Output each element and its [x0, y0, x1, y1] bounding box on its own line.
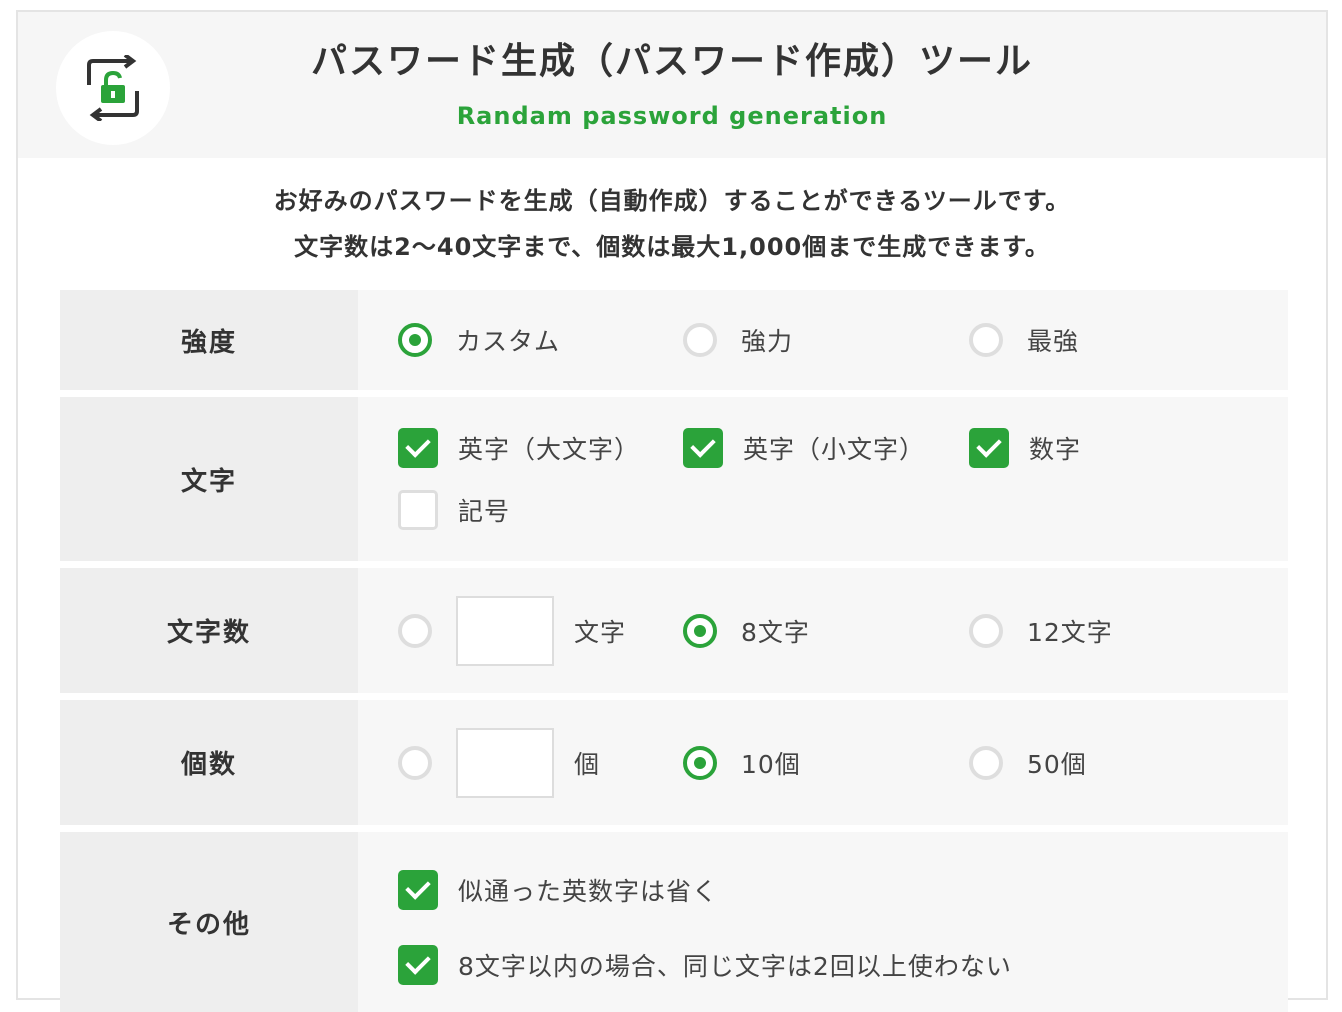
radio-button[interactable] — [683, 323, 717, 357]
option-label: 最強 — [1027, 327, 1080, 356]
row-label-other: その他 — [60, 832, 358, 1012]
chars-option-uppercase[interactable]: 英字（大文字） — [398, 428, 640, 468]
row-label-length: 文字数 — [60, 568, 358, 693]
tool-panel: パスワード生成（パスワード作成）ツール Randam password gene… — [16, 10, 1328, 1012]
strength-option-custom[interactable]: カスタム — [398, 322, 560, 358]
row-label-strength: 強度 — [60, 290, 358, 390]
count-custom-unit: 個 — [574, 750, 601, 779]
radio-button[interactable] — [683, 614, 717, 648]
chars-options: 英字（大文字） 英字（小文字） 数字 記号 — [358, 397, 1288, 561]
row-chars: 文字 英字（大文字） 英字（小文字） 数字 記号 — [60, 397, 1288, 561]
intro-text: お好みのパスワードを生成（自動作成）することができるツールです。 文字数は2〜4… — [18, 178, 1326, 270]
radio-button[interactable] — [969, 746, 1003, 780]
option-label: 英字（大文字） — [458, 435, 641, 464]
length-option-8[interactable]: 8文字 — [683, 613, 810, 649]
radio-button[interactable] — [398, 323, 432, 357]
length-custom-input[interactable] — [456, 596, 554, 666]
radio-button[interactable] — [398, 614, 432, 648]
radio-button[interactable] — [969, 614, 1003, 648]
row-label-chars: 文字 — [60, 397, 358, 561]
length-option-12[interactable]: 12文字 — [969, 613, 1113, 649]
option-label: 数字 — [1029, 435, 1082, 464]
checkbox[interactable] — [683, 428, 723, 468]
strength-option-strong[interactable]: 強力 — [683, 322, 793, 358]
chars-option-lowercase[interactable]: 英字（小文字） — [683, 428, 925, 468]
page-title: パスワード生成（パスワード作成）ツール — [310, 41, 1033, 82]
option-label: 強力 — [741, 327, 794, 356]
option-label: 12文字 — [1027, 618, 1113, 647]
count-option-custom[interactable]: 個 — [398, 728, 600, 798]
option-label: 10個 — [741, 750, 801, 779]
count-option-10[interactable]: 10個 — [683, 745, 801, 781]
length-options: 文字 8文字 12文字 — [358, 568, 1288, 693]
option-label: 似通った英数字は省く — [458, 877, 719, 906]
length-option-custom[interactable]: 文字 — [398, 596, 626, 666]
other-options: 似通った英数字は省く 8文字以内の場合、同じ文字は2回以上使わない — [358, 832, 1288, 1012]
page-subtitle: Randam password generation — [456, 102, 888, 130]
intro-line-1: お好みのパスワードを生成（自動作成）することができるツールです。 — [273, 187, 1071, 215]
option-label: カスタム — [456, 327, 561, 356]
strength-options: カスタム 強力 最強 — [358, 290, 1288, 390]
option-label: 記号 — [458, 497, 511, 526]
option-label: 50個 — [1027, 750, 1087, 779]
checkbox[interactable] — [969, 428, 1009, 468]
intro-line-2: 文字数は2〜40文字まで、個数は最大1,000個まで生成できます。 — [294, 233, 1050, 261]
chars-option-digits[interactable]: 数字 — [969, 428, 1081, 468]
checkbox[interactable] — [398, 945, 438, 985]
strength-option-strongest[interactable]: 最強 — [969, 322, 1079, 358]
radio-button[interactable] — [398, 746, 432, 780]
other-option-no-repeat[interactable]: 8文字以内の場合、同じ文字は2回以上使わない — [398, 945, 1012, 985]
checkbox[interactable] — [398, 870, 438, 910]
row-label-count: 個数 — [60, 700, 358, 825]
checkbox[interactable] — [398, 428, 438, 468]
radio-button[interactable] — [683, 746, 717, 780]
count-options: 個 10個 50個 — [358, 700, 1288, 825]
row-other: その他 似通った英数字は省く 8文字以内の場合、同じ文字は2回以上使わない — [60, 832, 1288, 1012]
option-label: 8文字以内の場合、同じ文字は2回以上使わない — [458, 952, 1012, 981]
length-custom-unit: 文字 — [574, 618, 627, 647]
page: パスワード生成（パスワード作成）ツール Randam password gene… — [0, 0, 1342, 1012]
row-length: 文字数 文字 8文字 12文字 — [60, 568, 1288, 693]
chars-option-symbols[interactable]: 記号 — [398, 490, 510, 530]
checkbox[interactable] — [398, 490, 438, 530]
count-custom-input[interactable] — [456, 728, 554, 798]
radio-button[interactable] — [969, 323, 1003, 357]
option-label: 英字（小文字） — [743, 435, 926, 464]
option-label: 8文字 — [741, 618, 810, 647]
row-count: 個数 個 10個 50個 — [60, 700, 1288, 825]
row-strength: 強度 カスタム 強力 最強 — [60, 290, 1288, 390]
header: パスワード生成（パスワード作成）ツール Randam password gene… — [18, 12, 1326, 158]
other-option-exclude-similar[interactable]: 似通った英数字は省く — [398, 870, 718, 910]
count-option-50[interactable]: 50個 — [969, 745, 1087, 781]
